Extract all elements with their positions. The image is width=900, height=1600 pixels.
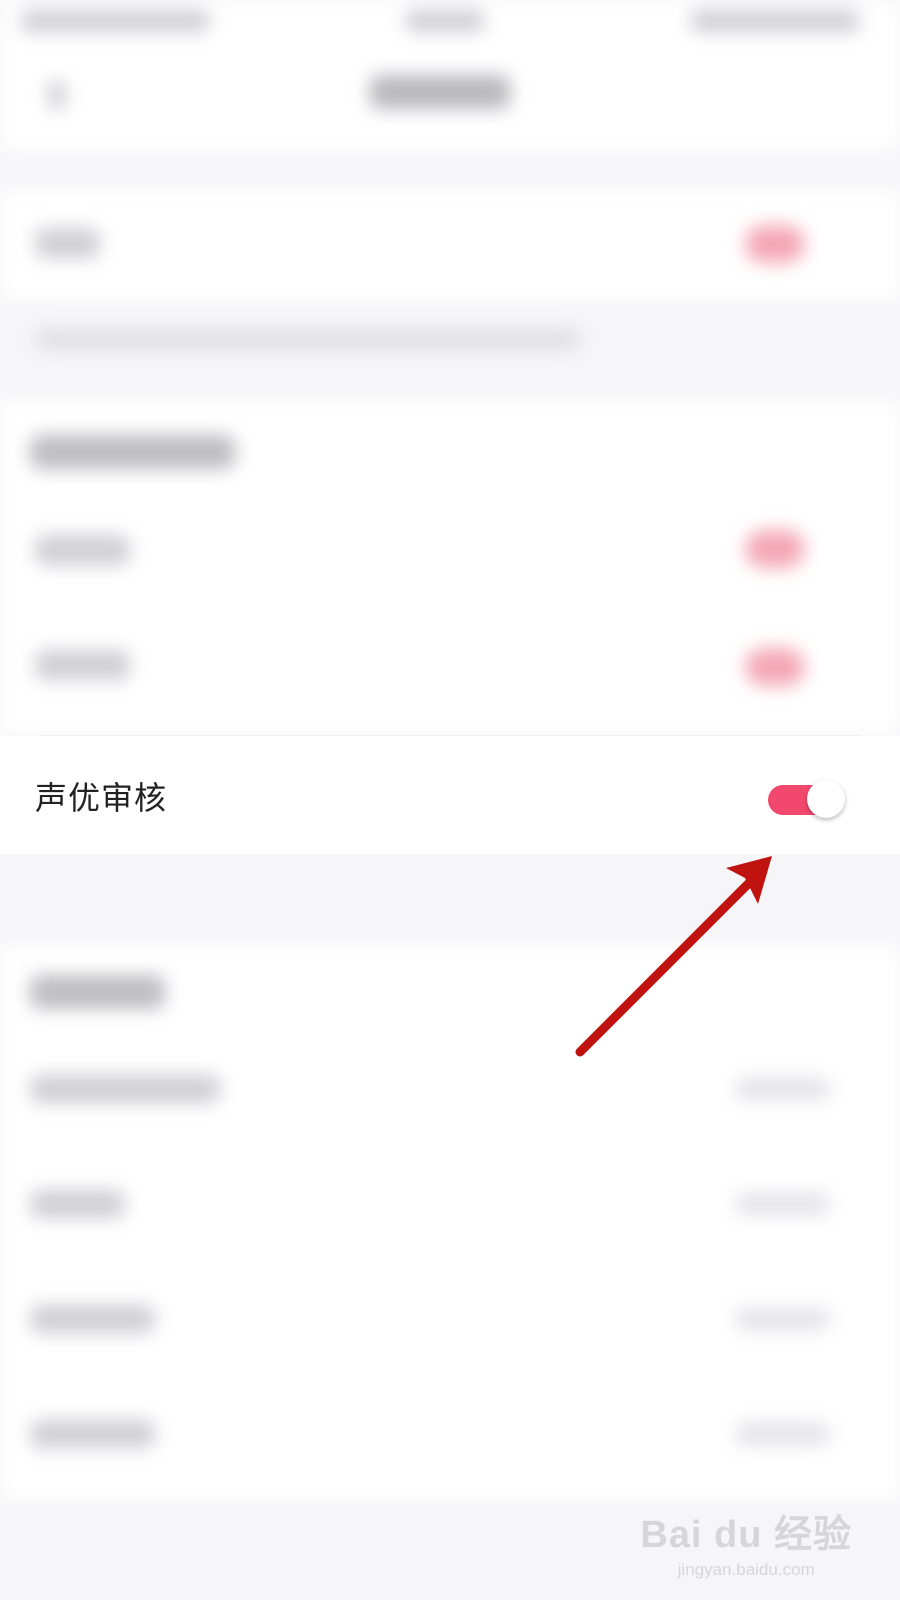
- section-2-title: [30, 435, 235, 469]
- setting-row-1-label: [35, 228, 100, 258]
- setting-row-3-label: [35, 650, 130, 680]
- list-row-3-value: [735, 1308, 830, 1330]
- section-3: [0, 945, 900, 1500]
- page-title: [370, 75, 510, 109]
- setting-row-1-note: [35, 330, 580, 348]
- setting-row-1-toggle: [745, 225, 805, 263]
- watermark-logo: Bai du 经验: [640, 1514, 852, 1556]
- list-row-4-value: [735, 1423, 830, 1445]
- back-icon: [48, 80, 66, 110]
- setting-row-3-toggle: [745, 648, 805, 686]
- watermark: Bai du 经验 jingyan.baidu.com: [640, 1503, 852, 1580]
- watermark-url: jingyan.baidu.com: [677, 1560, 815, 1579]
- setting-row-2-label: [35, 535, 130, 565]
- status-bar-center: [405, 10, 485, 32]
- list-row-1-label: [30, 1075, 220, 1103]
- voice-actor-review-label: 声优审核: [35, 779, 168, 817]
- row-divider: [40, 735, 860, 736]
- list-row-1-value: [735, 1078, 830, 1100]
- status-bar-right: [690, 10, 860, 32]
- section-3-title: [30, 975, 165, 1009]
- status-bar-left: [20, 10, 210, 32]
- toggle-knob: [807, 780, 845, 818]
- list-row-2-value: [735, 1193, 830, 1215]
- voice-actor-review-toggle[interactable]: [768, 780, 845, 818]
- setting-row-2-toggle: [745, 530, 805, 568]
- list-row-4-label: [30, 1420, 155, 1448]
- list-row-3-label: [30, 1305, 155, 1333]
- list-row-2-label: [30, 1190, 125, 1218]
